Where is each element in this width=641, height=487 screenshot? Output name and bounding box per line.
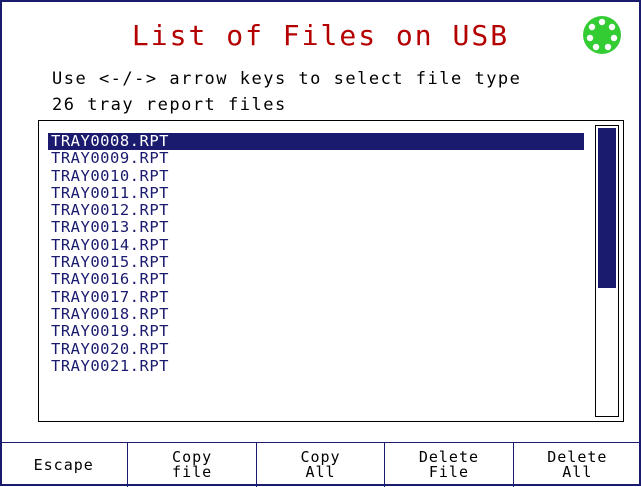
- file-list-item[interactable]: TRAY0016.RPT: [48, 271, 584, 289]
- softkey-label-line2: All: [562, 463, 593, 481]
- copy-file-button[interactable]: Copy file: [127, 443, 255, 487]
- softkey-label-line1: Escape: [33, 455, 94, 474]
- usb-connector-icon: [582, 15, 622, 55]
- file-list-item[interactable]: TRAY0010.RPT: [48, 167, 584, 185]
- escape-button[interactable]: Escape: [0, 443, 127, 487]
- file-list-item[interactable]: TRAY0015.RPT: [48, 253, 584, 271]
- file-count-text: 26 tray report files: [52, 95, 287, 115]
- file-list-item[interactable]: TRAY0021.RPT: [48, 357, 584, 375]
- file-list-item[interactable]: TRAY0012.RPT: [48, 201, 584, 219]
- file-list-item[interactable]: TRAY0019.RPT: [48, 322, 584, 340]
- file-list-item[interactable]: TRAY0020.RPT: [48, 340, 584, 358]
- instruction-text: Use <-/-> arrow keys to select file type: [52, 69, 522, 89]
- copy-all-button[interactable]: Copy All: [255, 443, 384, 487]
- delete-all-button[interactable]: Delete All: [512, 443, 641, 487]
- file-list-item[interactable]: TRAY0018.RPT: [48, 305, 584, 323]
- softkey-bar: Escape Copy file Copy All Delete File Delete All: [0, 442, 641, 487]
- file-list-item[interactable]: TRAY0011.RPT: [48, 184, 584, 202]
- file-list-item[interactable]: TRAY0017.RPT: [48, 288, 584, 306]
- softkey-label-line2: file: [172, 463, 213, 481]
- file-listbox[interactable]: TRAY0008.RPT TRAY0009.RPT TRAY0010.RPT TRAY…: [38, 120, 624, 422]
- file-list-item[interactable]: TRAY0014.RPT: [48, 236, 584, 254]
- scrollbar[interactable]: [595, 125, 619, 417]
- file-list-item[interactable]: TRAY0009.RPT: [48, 149, 584, 167]
- file-list-item[interactable]: TRAY0013.RPT: [48, 219, 584, 237]
- scrollbar-thumb[interactable]: [598, 128, 616, 288]
- file-list-item-selected[interactable]: TRAY0008.RPT: [48, 132, 584, 151]
- softkey-label-line2: All: [305, 463, 336, 481]
- softkey-label-line2: File: [428, 463, 469, 481]
- page-title: List of Files on USB: [131, 19, 510, 52]
- file-list: TRAY0008.RPT TRAY0009.RPT TRAY0010.RPT TRAY…: [48, 132, 584, 375]
- delete-file-button[interactable]: Delete File: [384, 443, 512, 487]
